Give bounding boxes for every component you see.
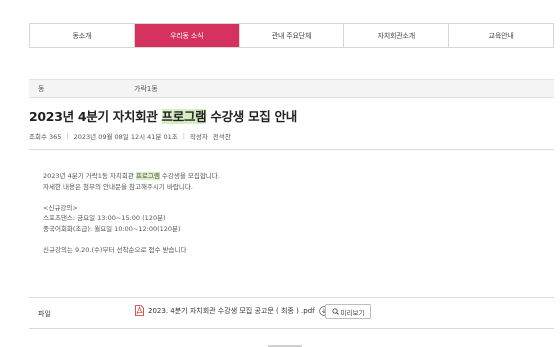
- body-line: 자세한 내용은 첨부의 안내문을 참고해주시기 바랍니다.: [43, 182, 193, 191]
- sub-navigation-tabs: 동소개 우리동 소식 관내 주요단체 자치회관소개 교육안내: [29, 23, 554, 48]
- magnifier-icon: [331, 308, 339, 315]
- post-title-prefix: 2023년 4분기 자치회관: [29, 109, 162, 124]
- body-line: 스포츠댄스: 금요일 13:00~15:00 (120분): [43, 214, 166, 222]
- body-line: 중국어회화(초급): 월요일 10:00~12:00(120분): [43, 224, 181, 233]
- attachment-row: 파일 2023. 4분기 자치회관 수강생 모집 공고문 ( 최종 ) .pdf…: [29, 297, 554, 329]
- pdf-file-icon: [135, 305, 144, 316]
- body-line: 신규강의는 9.20.(수)부터 선착순으로 접수 받습니다: [43, 245, 187, 254]
- meta-separator: |: [182, 132, 185, 140]
- post-body: 2023년 4분기 가락1동 자치회관 프로그램 수강생을 모집합니다. 자세한…: [43, 171, 220, 255]
- body-line: <신규강의>: [43, 203, 78, 212]
- dong-value: 가락1동: [134, 85, 158, 93]
- view-count: 조회수 365: [29, 133, 62, 141]
- body-line: 2023년 4분기 가락1동 자치회관 프로그램 수강생을 모집합니다.: [43, 171, 220, 182]
- tab-dong-intro[interactable]: 동소개: [30, 24, 135, 47]
- tab-education[interactable]: 교육안내: [449, 24, 553, 47]
- attachment-filename[interactable]: 2023. 4분기 자치회관 수강생 모집 공고문 ( 최종 ) .pdf: [148, 306, 315, 316]
- tab-neighborhood-news[interactable]: 우리동 소식: [134, 24, 240, 47]
- divider: [29, 149, 554, 150]
- dong-label: 동: [38, 85, 45, 93]
- attachment-label: 파일: [38, 310, 51, 318]
- meta-separator: |: [66, 132, 69, 140]
- preview-button[interactable]: 미리보기: [325, 304, 371, 319]
- author-name: 전석찬: [212, 133, 231, 141]
- post-title-highlight: 프로그램: [161, 109, 207, 124]
- body-line1-prefix: 2023년 4분기 가락1동 자치회관: [43, 172, 136, 180]
- body-highlight: 프로그램: [135, 172, 160, 180]
- body-line1-suffix: 수강생을 모집합니다.: [159, 172, 220, 180]
- tab-local-organizations[interactable]: 관내 주요단체: [240, 24, 345, 47]
- tab-community-center[interactable]: 자치회관소개: [344, 24, 450, 47]
- dong-info-row: 동 가락1동: [29, 79, 554, 98]
- preview-label: 미리보기: [340, 308, 365, 317]
- post-date: 2023년 09월 08일 12시 41분 01초: [73, 133, 178, 141]
- post-title: 2023년 4분기 자치회관 프로그램 수강생 모집 안내: [29, 106, 297, 125]
- post-title-suffix: 수강생 모집 안내: [206, 109, 297, 124]
- author-label: 작성자: [189, 133, 208, 141]
- post-meta: 조회수 365 | 2023년 09월 08일 12시 41분 01초 | 작성…: [29, 130, 231, 142]
- attachment-link[interactable]: 2023. 4분기 자치회관 수강생 모집 공고문 ( 최종 ) .pdf: [135, 305, 329, 316]
